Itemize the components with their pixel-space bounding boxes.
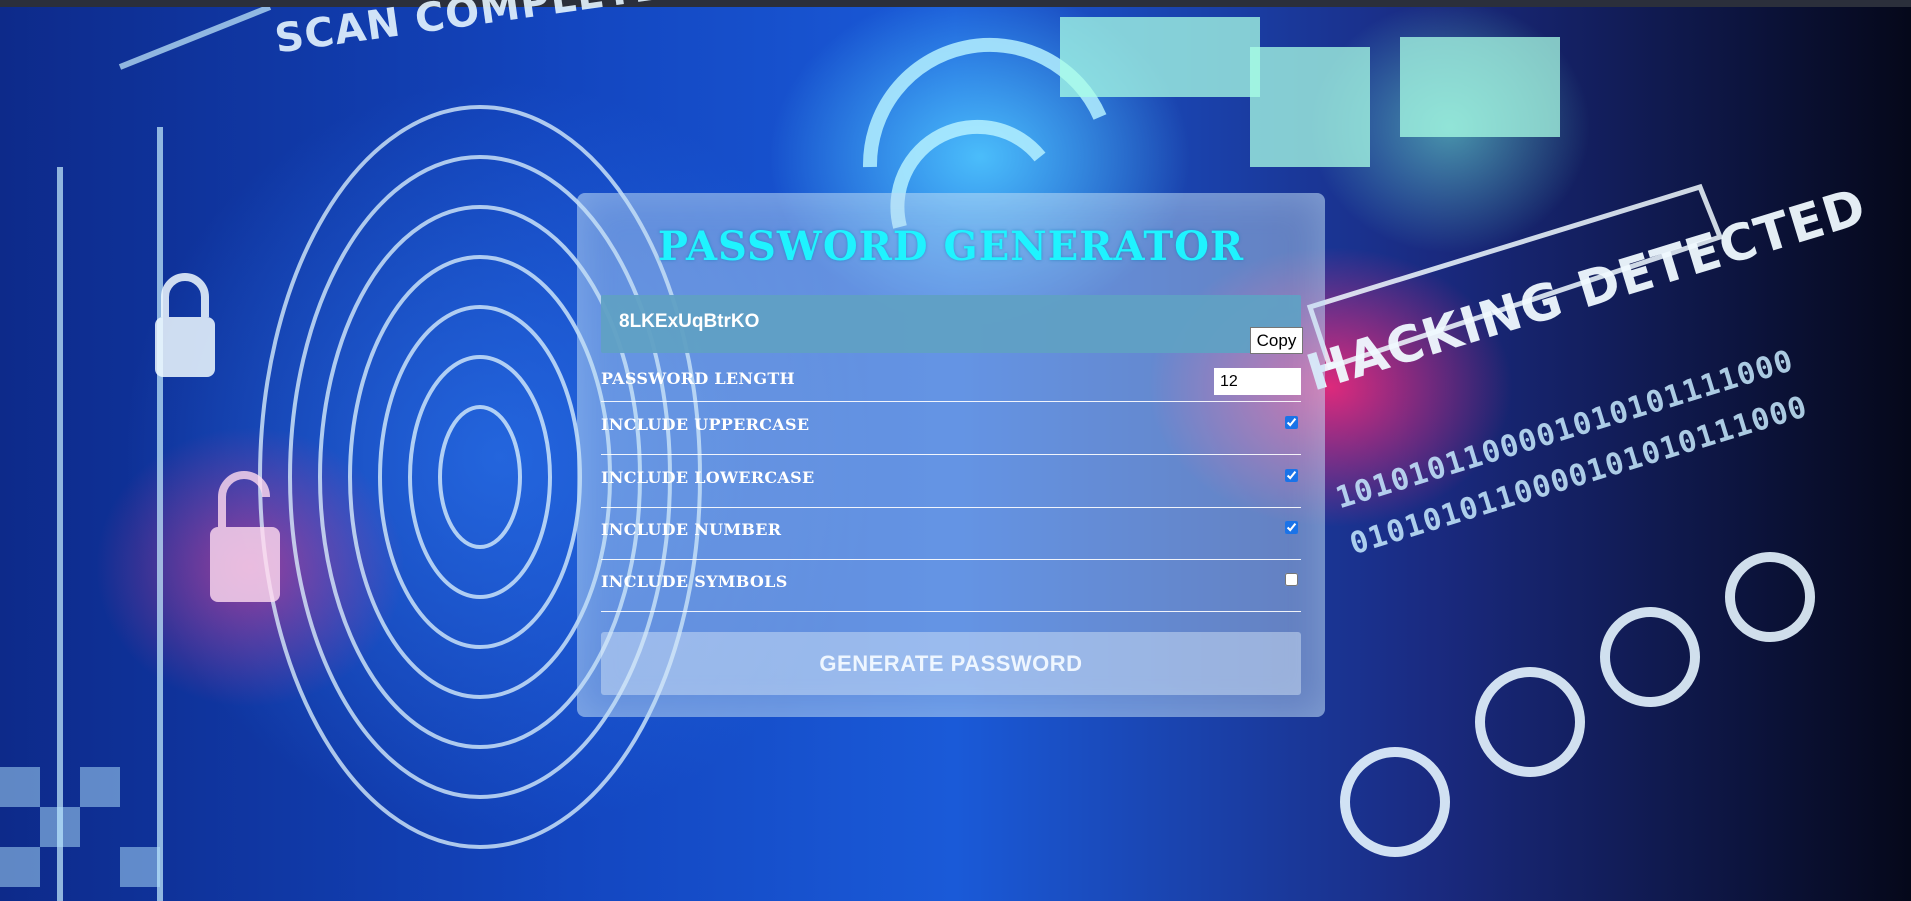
uppercase-label: INCLUDE UPPERCASE xyxy=(601,415,810,434)
lowercase-row: INCLUDE LOWERCASE xyxy=(601,455,1301,508)
generator-panel: PASSWORD GENERATOR 8LKExUqBtrKO Copy PAS… xyxy=(577,193,1325,717)
page-title: PASSWORD GENERATOR xyxy=(657,223,1245,270)
lowercase-checkbox[interactable] xyxy=(1285,469,1298,482)
number-label: INCLUDE NUMBER xyxy=(601,520,782,539)
symbols-label: INCLUDE SYMBOLS xyxy=(601,572,788,591)
symbols-checkbox[interactable] xyxy=(1285,573,1298,586)
lock-icon xyxy=(155,273,215,377)
generate-password-button[interactable]: GENERATE PASSWORD xyxy=(601,632,1301,695)
length-row: PASSWORD LENGTH xyxy=(601,361,1301,402)
number-checkbox[interactable] xyxy=(1285,521,1298,534)
device-frame-lines xyxy=(57,4,272,901)
uppercase-checkbox[interactable] xyxy=(1285,416,1298,429)
length-input[interactable] xyxy=(1214,368,1301,395)
unlock-icon xyxy=(210,471,280,602)
lowercase-label: INCLUDE LOWERCASE xyxy=(601,468,815,487)
browser-top-bar xyxy=(0,0,1911,7)
length-label: PASSWORD LENGTH xyxy=(601,369,795,388)
social-icons xyxy=(1340,552,1815,857)
copy-button[interactable]: Copy xyxy=(1250,327,1303,354)
pixel-mosaic xyxy=(0,767,160,887)
generated-password: 8LKExUqBtrKO xyxy=(619,311,760,332)
uppercase-row: INCLUDE UPPERCASE xyxy=(601,402,1301,455)
world-map-dots xyxy=(1060,17,1560,167)
number-row: INCLUDE NUMBER xyxy=(601,507,1301,560)
symbols-row: INCLUDE SYMBOLS xyxy=(601,559,1301,612)
password-result-box: 8LKExUqBtrKO Copy xyxy=(601,295,1303,354)
